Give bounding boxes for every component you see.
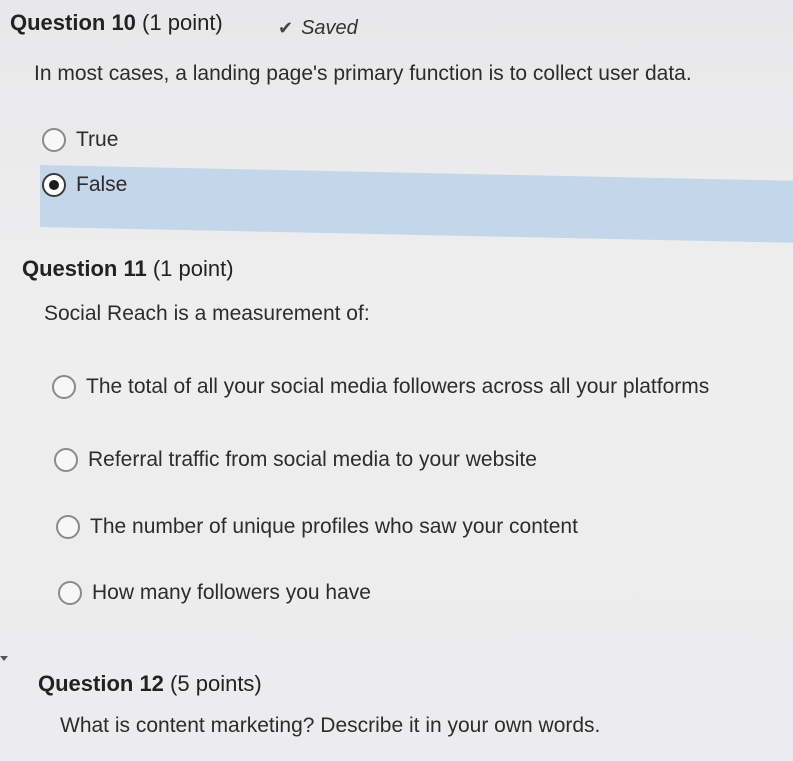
saved-status: ✔ Saved [278,17,358,40]
option-label: The number of unique profiles who saw yo… [90,515,578,538]
question-11-option-3[interactable]: The number of unique profiles who saw yo… [56,515,578,539]
question-11-option-2[interactable]: Referral traffic from social media to yo… [54,448,537,472]
question-10-option-false[interactable]: False [42,173,127,197]
radio-button[interactable] [54,448,78,472]
saved-label: Saved [301,17,358,39]
question-10-prompt: In most cases, a landing page's primary … [34,62,692,85]
radio-button[interactable] [58,581,82,605]
question-10-option-true[interactable]: True [42,128,118,152]
question-11-header: Question 11 (1 point) [22,256,234,282]
option-label: The total of all your social media follo… [86,375,710,398]
question-10-points: (1 point) [142,10,223,35]
question-11-title: Question 11 [22,256,147,281]
question-10-title: Question 10 [10,10,136,35]
check-icon: ✔ [278,18,294,38]
radio-button[interactable] [52,375,76,399]
question-10-header: Question 10 (1 point) [10,10,223,36]
radio-button[interactable] [56,515,80,539]
question-11-option-4[interactable]: How many followers you have [58,581,371,605]
radio-button-selected[interactable] [42,173,66,197]
question-12-title: Question 12 [38,671,164,696]
option-label: How many followers you have [92,581,371,604]
option-label: Referral traffic from social media to yo… [88,448,537,471]
option-label: False [76,173,128,196]
radio-button[interactable] [42,128,66,152]
question-12-prompt: What is content marketing? Describe it i… [60,714,601,737]
option-label: True [76,128,119,151]
question-12-header: Question 12 (5 points) [38,671,262,697]
question-11-points: (1 point) [152,256,234,281]
chevron-down-icon [0,656,8,661]
question-11-option-1[interactable]: The total of all your social media follo… [52,375,709,399]
question-11-prompt: Social Reach is a measurement of: [44,302,370,325]
selected-answer-highlight [40,165,793,243]
question-12-points: (5 points) [170,671,262,696]
